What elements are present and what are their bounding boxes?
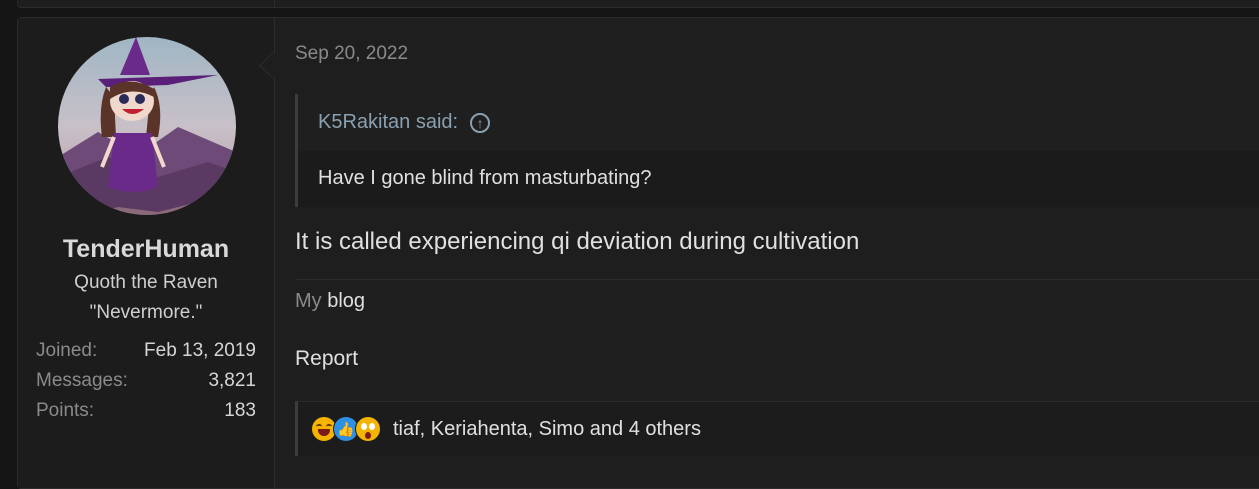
stat-points-label: Points: bbox=[36, 400, 95, 421]
arrow-up-circle-icon[interactable]: ↑ bbox=[470, 112, 491, 133]
stat-joined-label: Joined: bbox=[36, 340, 98, 361]
signature-link[interactable]: blog bbox=[327, 290, 365, 312]
post-date[interactable]: Sep 20, 2022 bbox=[295, 43, 408, 65]
signature-divider bbox=[295, 279, 1259, 280]
avatar[interactable] bbox=[58, 37, 236, 215]
user-info-panel: TenderHuman Quoth the Raven "Nevermore."… bbox=[18, 18, 275, 488]
previous-post-divider bbox=[274, 0, 275, 7]
report-link[interactable]: Report bbox=[295, 347, 358, 371]
post-content: Sep 20, 2022 K5Rakitan said: ↑ Have I go… bbox=[295, 18, 1259, 488]
username[interactable]: TenderHuman bbox=[18, 235, 274, 264]
previous-post bbox=[17, 0, 1259, 8]
quote-text: Have I gone blind from masturbating? bbox=[318, 167, 652, 189]
wow-emoji-icon bbox=[355, 416, 381, 442]
quote-header: K5Rakitan said: ↑ bbox=[298, 94, 1259, 151]
quote-author[interactable]: K5Rakitan said: bbox=[318, 111, 458, 134]
stat-messages-label: Messages: bbox=[36, 370, 128, 391]
user-title-line-2: "Nevermore." bbox=[89, 302, 203, 323]
reactions-bar[interactable]: 👍 tiaf, Keriahenta, Simo and 4 others bbox=[295, 401, 1259, 456]
stat-messages-value[interactable]: 3,821 bbox=[208, 370, 256, 392]
user-title-line-1: Quoth the Raven bbox=[74, 272, 218, 293]
stat-joined-value: Feb 13, 2019 bbox=[144, 340, 256, 361]
stat-points-value: 183 bbox=[224, 400, 256, 421]
post-message: It is called experiencing qi deviation d… bbox=[295, 228, 860, 255]
signature-prefix: My bbox=[295, 290, 322, 312]
signature: My blog bbox=[295, 290, 365, 313]
quote-block: K5Rakitan said: ↑ Have I gone blind from… bbox=[295, 94, 1259, 207]
avatar-image bbox=[58, 37, 236, 215]
reaction-users[interactable]: tiaf, Keriahenta, Simo and 4 others bbox=[393, 418, 701, 441]
post: TenderHuman Quoth the Raven "Nevermore."… bbox=[17, 17, 1259, 489]
